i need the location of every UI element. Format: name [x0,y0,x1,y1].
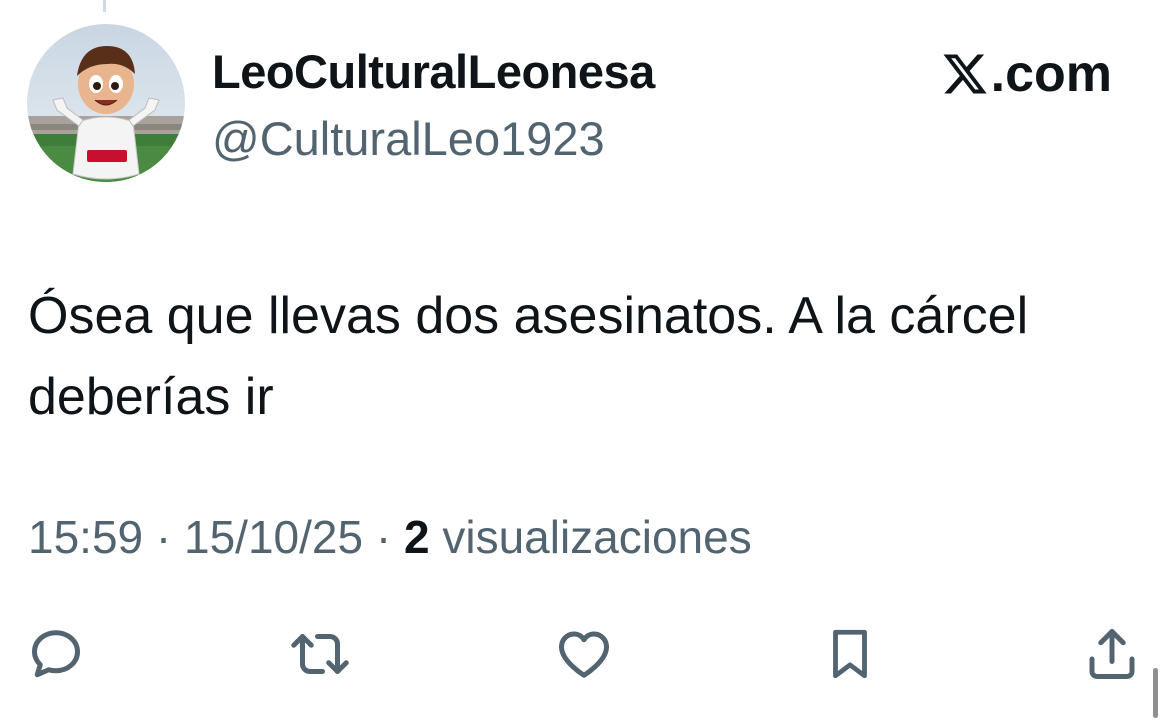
share-button[interactable] [1080,622,1144,686]
tweet-time[interactable]: 15:59 [28,511,143,563]
views-count[interactable]: 2 [404,511,430,563]
retweet-icon [287,624,353,684]
reply-button[interactable] [24,622,88,686]
meta-separator: · [363,511,404,563]
tweet-action-bar [0,622,1170,686]
brand-domain-label: .com [990,45,1112,103]
mascot-avatar-icon [27,24,185,182]
reply-icon [26,624,86,684]
scrollbar[interactable] [1153,668,1158,718]
tweet-meta: 15:59 · 15/10/25 · 2 visualizaciones [28,510,752,564]
retweet-button[interactable] [288,622,352,686]
tweet-date[interactable]: 15/10/25 [184,511,363,563]
meta-separator: · [143,511,185,563]
share-icon [1082,624,1142,684]
thread-connector-line [103,0,106,12]
x-brand: .com [941,44,1112,104]
like-button[interactable] [552,622,616,686]
bookmark-button[interactable] [818,622,882,686]
views-label[interactable]: visualizaciones [430,511,751,563]
display-name[interactable]: LeoCulturalLeonesa [212,44,655,99]
x-logo-icon [941,50,989,98]
user-handle[interactable]: @CulturalLeo1923 [212,111,605,166]
tweet-text: Ósea que llevas dos asesinatos. A la cár… [28,287,1029,426]
avatar[interactable] [27,24,185,182]
heart-icon [554,624,614,684]
bookmark-icon [821,623,879,685]
